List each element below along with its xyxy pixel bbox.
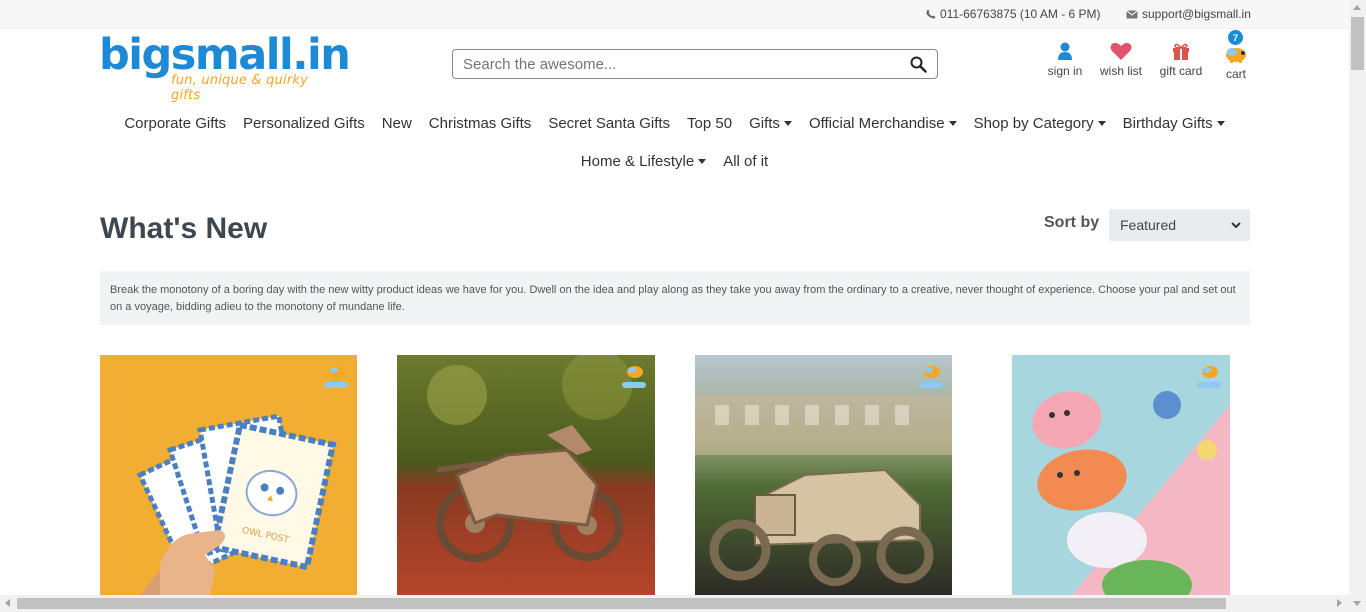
cart-label: cart bbox=[1225, 67, 1246, 81]
user-icon bbox=[1058, 42, 1072, 60]
product-image-vintage-car bbox=[695, 355, 952, 595]
phone-contact[interactable]: 011-66763875 (10 AM - 6 PM) bbox=[926, 7, 1101, 21]
cart-icon bbox=[1226, 48, 1246, 63]
product-card[interactable] bbox=[1012, 355, 1230, 595]
category-description: Break the monotony of a boring day with … bbox=[100, 271, 1250, 325]
logo-wordmark: bigsmall.in bbox=[99, 30, 351, 80]
vertical-scroll-thumb[interactable] bbox=[1351, 17, 1364, 70]
nav-item-label: New bbox=[381, 114, 412, 132]
heart-icon bbox=[1110, 42, 1132, 60]
nav-item-corporate-gifts[interactable]: Corporate Gifts bbox=[116, 115, 235, 132]
nav-item-label: Top 50 bbox=[687, 114, 733, 132]
nav-item-label: Gifts bbox=[749, 114, 780, 132]
sort-label: Sort by bbox=[1044, 214, 1100, 231]
wish-list-label: wish list bbox=[1099, 64, 1142, 78]
brand-watermark-icon bbox=[622, 366, 646, 388]
nav-item-label: Official Merchandise bbox=[808, 114, 945, 132]
search-input[interactable] bbox=[453, 50, 893, 78]
main-navigation: Corporate Gifts Personalized Gifts New Chri… bbox=[0, 104, 1349, 180]
horizontal-scroll-thumb[interactable] bbox=[17, 598, 1226, 609]
nav-item-all-of-it[interactable]: All of it bbox=[715, 153, 777, 170]
nav-item-christmas-gifts[interactable]: Christmas Gifts bbox=[420, 115, 540, 132]
caret-down-icon bbox=[948, 121, 957, 127]
nav-item-label: Secret Santa Gifts bbox=[548, 114, 671, 132]
nav-item-label: Shop by Category bbox=[973, 114, 1094, 132]
horizontal-scrollbar[interactable] bbox=[0, 595, 1349, 612]
nav-item-home-lifestyle[interactable]: Home & Lifestyle bbox=[572, 153, 714, 170]
sort-selected-value: Featured bbox=[1120, 217, 1177, 233]
nav-item-label: Corporate Gifts bbox=[124, 114, 227, 132]
brand-watermark-icon bbox=[919, 366, 943, 388]
vertical-scrollbar[interactable] bbox=[1349, 0, 1366, 612]
gift-card-link[interactable]: gift card bbox=[1152, 42, 1210, 81]
nav-row-primary: Corporate Gifts Personalized Gifts New Chri… bbox=[0, 104, 1349, 142]
product-image-motorcycle bbox=[397, 355, 655, 595]
sign-in-label: sign in bbox=[1047, 64, 1083, 78]
phone-icon bbox=[926, 9, 936, 19]
page-title: What's New bbox=[100, 212, 268, 245]
cart-link[interactable]: cart bbox=[1210, 44, 1262, 81]
nav-item-label: All of it bbox=[723, 152, 769, 170]
email-contact[interactable]: support@bigsmall.in bbox=[1126, 7, 1251, 21]
wish-list-link[interactable]: wish list bbox=[1090, 42, 1152, 81]
nav-item-new[interactable]: New bbox=[373, 115, 420, 132]
sort-select[interactable]: Featured bbox=[1109, 209, 1250, 241]
sign-in-link[interactable]: sign in bbox=[1040, 42, 1090, 81]
brand-watermark-icon bbox=[1197, 366, 1221, 388]
scroll-left-arrow-icon[interactable] bbox=[5, 599, 10, 607]
product-image-postcards: OWL POST bbox=[100, 355, 357, 595]
nav-item-label: Personalized Gifts bbox=[243, 114, 365, 132]
caret-down-icon bbox=[1097, 121, 1106, 127]
scroll-up-arrow-icon[interactable] bbox=[1353, 5, 1361, 10]
product-card[interactable] bbox=[397, 355, 655, 595]
nav-item-shop-by-category[interactable]: Shop by Category bbox=[965, 115, 1114, 132]
chevron-down-icon bbox=[1230, 218, 1242, 234]
nav-item-label: Christmas Gifts bbox=[428, 114, 532, 132]
email-text: support@bigsmall.in bbox=[1142, 7, 1251, 21]
search-box bbox=[452, 49, 938, 79]
nav-item-birthday-gifts[interactable]: Birthday Gifts bbox=[1114, 115, 1233, 132]
caret-down-icon bbox=[698, 159, 707, 165]
brand-watermark-icon bbox=[324, 366, 348, 388]
nav-row-secondary: Home & Lifestyle All of it bbox=[0, 142, 1349, 180]
top-contact-bar: 011-66763875 (10 AM - 6 PM) support@bigs… bbox=[0, 0, 1349, 29]
nav-item-gifts[interactable]: Gifts bbox=[741, 115, 801, 132]
product-card[interactable]: OWL POST bbox=[100, 355, 357, 595]
phone-text: 011-66763875 (10 AM - 6 PM) bbox=[940, 7, 1101, 21]
nav-item-top-50[interactable]: Top 50 bbox=[679, 115, 741, 132]
product-card[interactable] bbox=[695, 355, 952, 595]
cart-count-badge: 7 bbox=[1228, 30, 1243, 45]
caret-down-icon bbox=[783, 121, 792, 127]
caret-down-icon bbox=[1216, 121, 1225, 127]
mail-icon bbox=[1126, 9, 1138, 18]
nav-item-label: Birthday Gifts bbox=[1122, 114, 1213, 132]
nav-item-label: Home & Lifestyle bbox=[580, 152, 695, 170]
header-actions: sign in wish list gift card cart bbox=[1040, 42, 1262, 81]
site-logo[interactable]: bigsmall.in fun, unique & quirky gifts bbox=[99, 30, 351, 103]
gift-card-label: gift card bbox=[1159, 64, 1203, 78]
scroll-right-arrow-icon[interactable] bbox=[1337, 599, 1342, 607]
nav-item-official-merchandise[interactable]: Official Merchandise bbox=[800, 115, 965, 132]
nav-item-personalized-gifts[interactable]: Personalized Gifts bbox=[235, 115, 374, 132]
search-icon[interactable] bbox=[910, 56, 927, 78]
scroll-down-arrow-icon[interactable] bbox=[1353, 601, 1361, 606]
gift-icon bbox=[1173, 43, 1189, 60]
nav-item-secret-santa-gifts[interactable]: Secret Santa Gifts bbox=[540, 115, 679, 132]
